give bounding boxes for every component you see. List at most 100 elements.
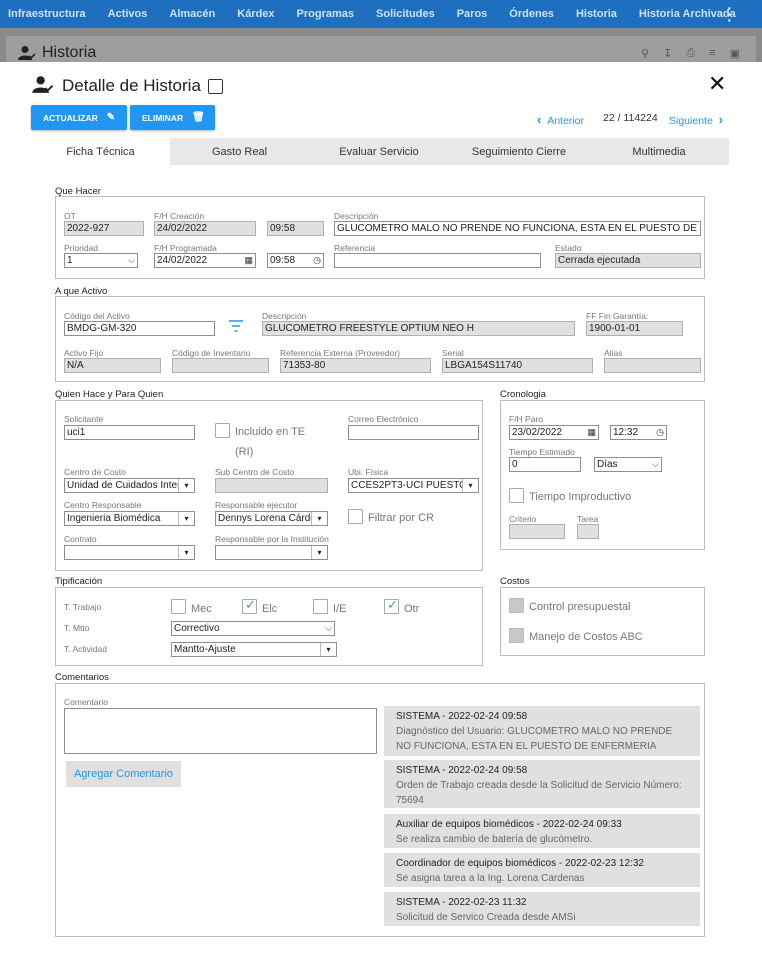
caret-down-icon: ▾	[178, 546, 194, 559]
comment-header: SISTEMA - 2022-02-24 09:58	[396, 711, 528, 722]
add-comment-button[interactable]: Agregar Comentario	[66, 761, 181, 787]
next-label: Siguiente	[669, 115, 713, 127]
tab-evaluar-servicio[interactable]: Evaluar Servicio	[309, 138, 449, 165]
fh-paro-label: F/H Paro	[509, 414, 544, 424]
nav-ordenes[interactable]: Órdenes	[509, 8, 554, 20]
mtto-select[interactable]: Correctivo ⌵	[171, 621, 335, 636]
comentario-textarea[interactable]	[64, 708, 377, 754]
check-icon: ✓	[245, 597, 256, 612]
nav-historia[interactable]: Historia	[576, 8, 617, 20]
comentarios-title: Comentarios	[55, 672, 109, 683]
calendar-icon[interactable]: ▦	[587, 426, 596, 438]
control-presupuestal-label: Control presupuestal	[529, 601, 631, 613]
mtto-label: T. Mtto	[64, 623, 90, 633]
activo-fijo-label: Activo Fijo	[64, 348, 104, 358]
previous-link[interactable]: ‹ Anterior	[537, 112, 584, 127]
tab-ficha-tecnica[interactable]: Ficha Técnica	[31, 138, 170, 165]
contrato-label: Contrato	[64, 534, 97, 544]
chevron-down-icon: ⌵	[128, 255, 135, 265]
tab-multimedia[interactable]: Multimedia	[589, 138, 729, 165]
select-checkbox[interactable]	[208, 79, 223, 94]
filtrar-checkbox[interactable]	[348, 509, 363, 524]
costos-abc-label: Manejo de Costos ABC	[529, 631, 643, 643]
centro-resp-select[interactable]: Ingenieria Biomédica ▾	[64, 511, 195, 526]
tab-gasto-real[interactable]: Gasto Real	[170, 138, 309, 165]
comment-item: SISTEMA - 2022-02-24 09:58 Diagnóstico d…	[384, 706, 700, 756]
prioridad-label: Prioridad	[64, 243, 99, 253]
previous-label: Anterior	[547, 115, 584, 127]
otr-checkbox[interactable]: ✓	[384, 597, 399, 614]
nav-paros[interactable]: Paros	[457, 8, 488, 20]
costos-abc-checkbox[interactable]	[509, 628, 524, 643]
garantia-label: FF Fin Garantía:	[586, 311, 649, 321]
tiempo-field[interactable]: 0	[509, 457, 581, 472]
centro-costo-value: Unidad de Cuidados Intensivos	[67, 480, 195, 491]
update-button[interactable]: ACTUALIZAR ✎	[31, 105, 127, 130]
quien-title: Quien Hace y Para Quien	[55, 389, 164, 400]
comment-header: Auxiliar de equipos biomédicos - 2022-02…	[396, 819, 622, 830]
fh-creacion-label: F/H Creación	[154, 211, 205, 221]
check-icon: ✓	[387, 597, 398, 612]
nav-activos[interactable]: Activos	[108, 8, 148, 20]
nav-kardex[interactable]: Kárdex	[237, 8, 274, 20]
clock-icon[interactable]: ◷	[656, 426, 664, 438]
centro-costo-select[interactable]: Unidad de Cuidados Intensivos ▾	[64, 478, 195, 493]
next-link[interactable]: Siguiente ›	[669, 112, 723, 127]
comment-item: Coordinador de equipos biomédicos - 2022…	[384, 853, 700, 887]
solicitante-field[interactable]: uci1	[64, 425, 195, 440]
costos-panel	[500, 587, 705, 656]
close-icon[interactable]: ✕	[708, 73, 726, 95]
nav-infraestructura[interactable]: Infraestructura	[8, 8, 86, 20]
control-presupuestal-checkbox[interactable]	[509, 598, 524, 613]
elc-checkbox[interactable]: ✓	[242, 597, 257, 614]
incluido-sub-label: (RI)	[235, 446, 254, 458]
trash-icon: 🗑	[192, 112, 205, 123]
caret-down-icon: ▾	[462, 479, 478, 492]
ubi-select[interactable]: CCES2PT3-UCI PUESTO ▾	[348, 478, 479, 493]
filter-list-icon[interactable]	[229, 320, 243, 335]
actividad-select[interactable]: Mantto-Ajuste ▾	[171, 642, 337, 657]
mec-label: Mec	[191, 603, 212, 615]
fecha-paro-input[interactable]: 23/02/2022 ▦	[509, 425, 599, 440]
serial-field: LBGA154S11740	[442, 358, 593, 373]
improductivo-checkbox[interactable]	[509, 488, 524, 503]
calendar-icon[interactable]: ▦	[244, 254, 253, 266]
incluido-checkbox[interactable]	[215, 423, 230, 438]
unidad-select[interactable]: Días ⌵	[594, 457, 662, 472]
inventario-field	[172, 358, 269, 373]
prioridad-select[interactable]: 1 ⌵	[64, 253, 138, 268]
nav-programas[interactable]: Programas	[297, 8, 354, 20]
comment-header: SISTEMA - 2022-02-23 11:32	[396, 897, 527, 908]
hora-programada-input[interactable]: 09:58 ◷	[267, 253, 324, 268]
ref-externa-field: 71353-80	[280, 358, 431, 373]
unidad-value: Días	[597, 459, 618, 470]
comment-item: SISTEMA - 2022-02-23 11:32 Solicitud de …	[384, 892, 700, 926]
mec-checkbox[interactable]	[171, 599, 186, 614]
more-vert-icon[interactable]: · · ·	[727, 1, 732, 27]
contrato-select[interactable]: ▾	[64, 545, 195, 560]
comment-header: Coordinador de equipos biomédicos - 2022…	[396, 858, 644, 869]
hora-paro-input[interactable]: 12:32 ◷	[610, 425, 667, 440]
clock-icon[interactable]: ◷	[313, 254, 321, 266]
mtto-value: Correctivo	[174, 623, 220, 634]
fecha-programada-input[interactable]: 24/02/2022 ▦	[154, 253, 256, 268]
nav-historia-archivada[interactable]: Historia Archivada	[639, 8, 736, 20]
delete-button[interactable]: ELIMINAR 🗑	[130, 105, 215, 130]
ot-label: OT	[64, 211, 76, 221]
nav-almacen[interactable]: Almacén	[169, 8, 215, 20]
tab-seguimiento-cierre[interactable]: Seguimiento Cierre	[449, 138, 589, 165]
resp-inst-select[interactable]: ▾	[215, 545, 328, 560]
referencia-field[interactable]	[334, 253, 541, 268]
user-check-icon	[32, 75, 54, 97]
caret-down-icon: ▾	[178, 479, 194, 492]
ie-checkbox[interactable]	[313, 599, 328, 614]
correo-field[interactable]	[348, 425, 479, 440]
fh-programada-label: F/H Programada	[154, 243, 217, 253]
descripcion-field[interactable]: GLUCOMETRO MALO NO PRENDE NO FUNCIONA, E…	[334, 221, 701, 236]
estado-label: Estado	[555, 243, 582, 253]
nav-solicitudes[interactable]: Solicitudes	[376, 8, 435, 20]
resp-ejecutor-label: Responsable ejecutor	[215, 500, 298, 510]
alias-label: Alias	[604, 348, 623, 358]
resp-ejecutor-select[interactable]: Dennys Lorena Cárdenas ▾	[215, 511, 328, 526]
codigo-activo-field[interactable]: BMDG-GM-320	[64, 321, 215, 336]
